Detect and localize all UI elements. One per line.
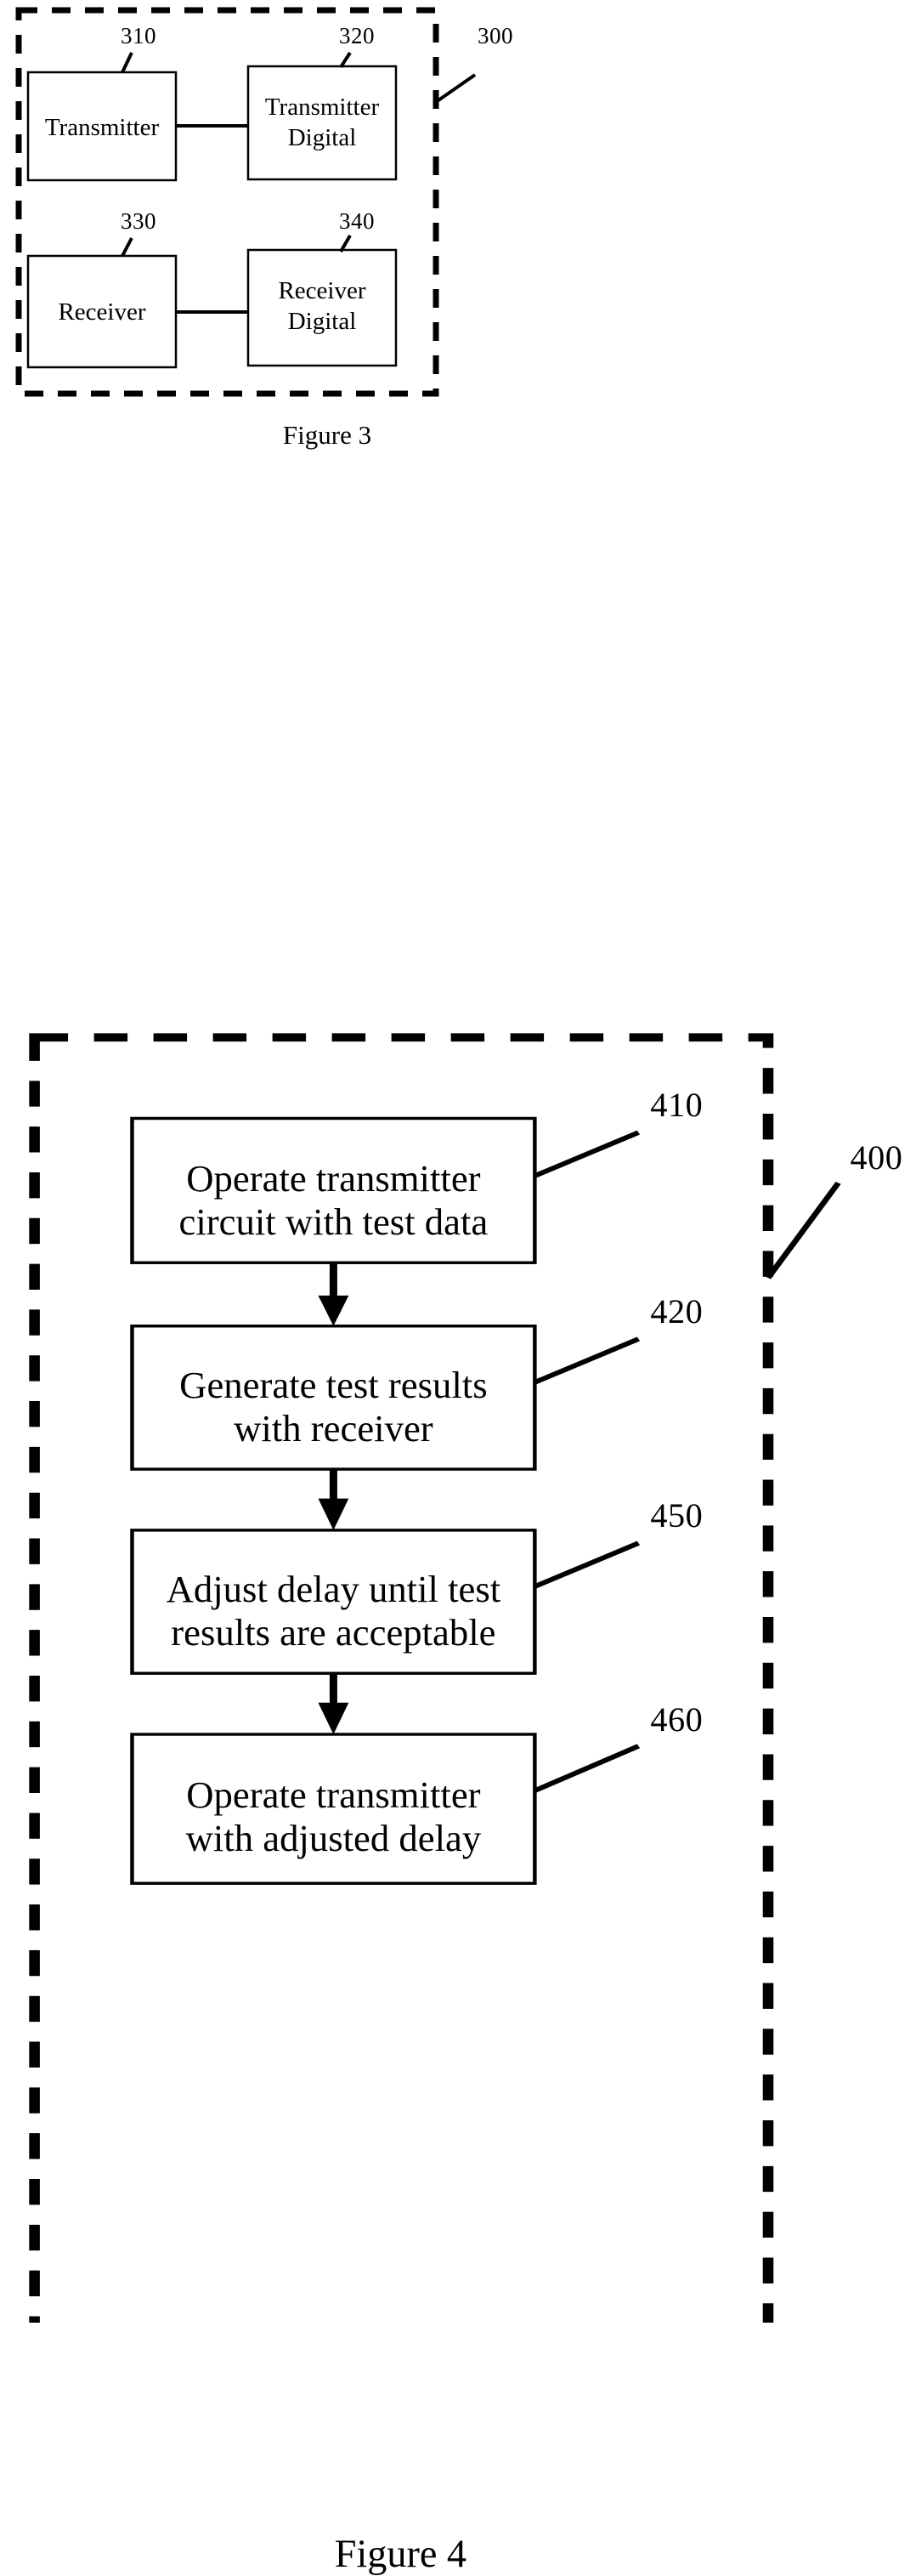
block-340-label-line2: Digital — [287, 308, 357, 335]
arrow-420-to-450-head — [318, 1498, 349, 1530]
block-320-label-line1: Transmitter — [264, 94, 380, 121]
block-330-label: Receiver — [58, 298, 146, 326]
ref-320-leader-line — [339, 51, 352, 69]
step-460-label-line1: Operate transmitter — [186, 1773, 481, 1816]
ref-numeral-320: 320 — [339, 23, 375, 48]
step-450-label-line1: Adjust delay until test — [166, 1568, 501, 1611]
block-320-transmitter-digital — [246, 65, 398, 181]
figure-3-caption: Figure 3 — [282, 420, 372, 450]
figure-3-group — [15, 7, 477, 397]
ref-numeral-340: 340 — [339, 208, 375, 234]
ref-numeral-420: 420 — [650, 1291, 704, 1331]
ref-330-leader-line — [121, 237, 133, 257]
step-410-label-line2: circuit with test data — [178, 1200, 489, 1244]
block-340-label-line1: Receiver — [278, 277, 366, 304]
ref-numeral-450: 450 — [650, 1495, 704, 1535]
step-460-label-line2: with adjusted delay — [185, 1816, 482, 1859]
step-450-label-line2: results are acceptable — [171, 1611, 496, 1654]
ref-460-leader-line — [533, 1744, 641, 1793]
drawing-sheet: 310 320 330 340 300 Transmitter Transmit… — [0, 0, 916, 2575]
ref-numeral-460: 460 — [650, 1699, 704, 1739]
arrow-450-to-460-head — [318, 1702, 349, 1734]
ref-420-leader-line — [533, 1336, 641, 1385]
ref-450-leader-line — [533, 1540, 641, 1589]
ref-numeral-410: 410 — [650, 1085, 704, 1124]
ref-400-leader-line — [765, 1182, 841, 1279]
ref-numeral-300: 300 — [478, 23, 513, 48]
ref-300-leader-line — [434, 73, 477, 104]
figure-4-caption: Figure 4 — [334, 2532, 466, 2576]
ref-numeral-310: 310 — [121, 23, 156, 48]
block-320-label-line2: Digital — [287, 124, 357, 151]
ref-310-leader-line — [121, 52, 133, 73]
ref-410-leader-line — [533, 1130, 641, 1178]
ref-numeral-330: 330 — [121, 208, 156, 234]
step-420-label-line1: Generate test results — [179, 1363, 488, 1406]
arrow-410-to-420-head — [318, 1295, 349, 1326]
block-310-label: Transmitter — [44, 114, 160, 141]
step-410-label-line1: Operate transmitter — [186, 1157, 481, 1200]
step-420-label-line2: with receiver — [234, 1406, 433, 1450]
ref-numeral-400: 400 — [850, 1138, 903, 1177]
